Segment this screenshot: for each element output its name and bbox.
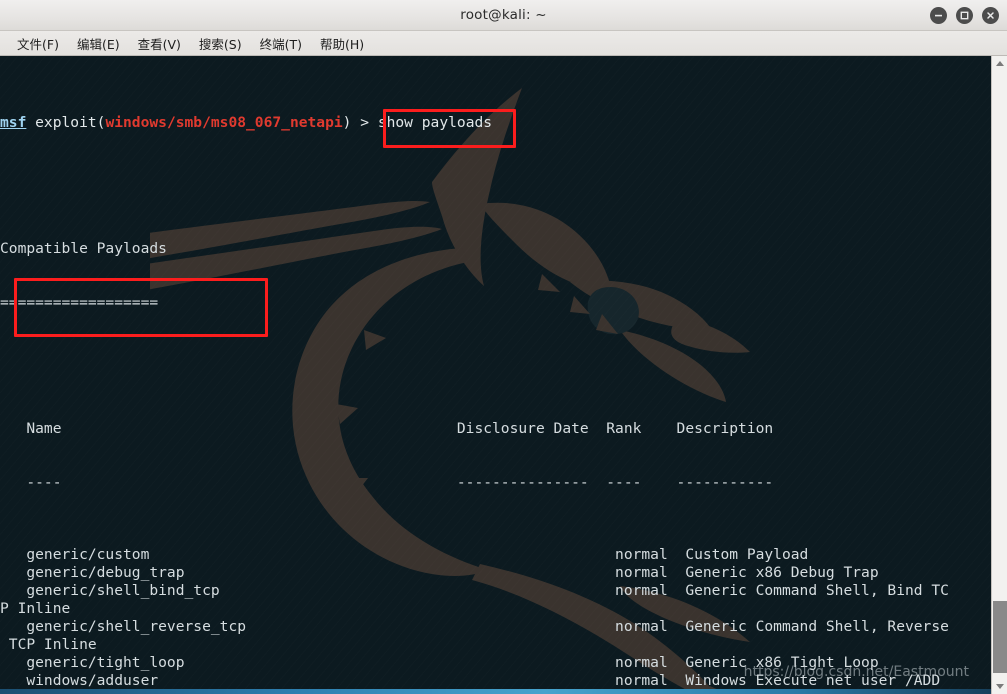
menu-item-search[interactable]: 搜索(S) xyxy=(190,32,251,55)
menu-item-file[interactable]: 文件(F) xyxy=(8,32,68,55)
terminal-line: generic/shell_reverse_tcp normal Generic… xyxy=(0,618,949,635)
section-title: Compatible Payloads xyxy=(0,240,167,257)
terminal-line: generic/shell_bind_tcp normal Generic Co… xyxy=(0,582,949,599)
scroll-up-arrow-icon[interactable] xyxy=(992,56,1007,71)
close-icon xyxy=(987,12,994,19)
window-controls xyxy=(930,0,999,31)
terminal-output-area[interactable]: msf exploit(windows/smb/ms08_067_netapi)… xyxy=(0,56,991,694)
typed-command: show payloads xyxy=(377,114,493,131)
maximize-button[interactable] xyxy=(956,7,973,24)
terminal-line: generic/tight_loop normal Generic x86 Ti… xyxy=(0,654,879,671)
terminal-line: generic/debug_trap normal Generic x86 De… xyxy=(0,564,879,581)
terminal-prompt-line: msf exploit(windows/smb/ms08_067_netapi)… xyxy=(0,114,991,132)
terminal-line: TCP Inline xyxy=(0,636,97,653)
table-header-row: Name Disclosure Date Rank Description xyxy=(0,420,774,437)
close-button[interactable] xyxy=(982,7,999,24)
menu-item-edit[interactable]: 编辑(E) xyxy=(68,32,129,55)
terminal-line: generic/custom normal Custom Payload xyxy=(0,546,809,563)
bottom-edge-bar xyxy=(0,689,991,694)
prompt-exploit-close: ) > xyxy=(342,114,378,131)
window-title: root@kali: ~ xyxy=(460,7,547,23)
terminal-line: windows/adduser normal Windows Execute n… xyxy=(0,672,941,689)
section-underline: ================== xyxy=(0,294,159,311)
menu-bar: 文件(F) 编辑(E) 查看(V) 搜索(S) 终端(T) 帮助(H) xyxy=(0,31,1007,56)
terminal-line: P Inline xyxy=(0,600,71,617)
terminal-window: root@kali: ~ 文件(F) 编辑(E) 查看(V) 搜索(S) 终端(… xyxy=(0,0,1007,694)
maximize-icon xyxy=(960,11,969,20)
title-bar: root@kali: ~ xyxy=(0,0,1007,31)
menu-item-help[interactable]: 帮助(H) xyxy=(311,32,373,55)
table-header-rule: ---- --------------- ---- ----------- xyxy=(0,474,774,491)
minimize-icon xyxy=(935,14,942,17)
scroll-down-arrow-icon[interactable] xyxy=(992,679,1007,694)
menu-item-terminal[interactable]: 终端(T) xyxy=(251,32,311,55)
prompt-exploit-open: exploit( xyxy=(26,114,106,131)
payload-rows: generic/custom normal Custom Payload gen… xyxy=(0,546,991,694)
prompt-module-name: windows/smb/ms08_067_netapi xyxy=(105,114,343,131)
terminal-text: msf exploit(windows/smb/ms08_067_netapi)… xyxy=(0,56,991,694)
scroll-thumb[interactable] xyxy=(993,601,1007,673)
menu-item-view[interactable]: 查看(V) xyxy=(129,32,190,55)
minimize-button[interactable] xyxy=(930,7,947,24)
vertical-scrollbar[interactable] xyxy=(991,56,1007,694)
prompt-msf-label: msf xyxy=(0,114,27,131)
